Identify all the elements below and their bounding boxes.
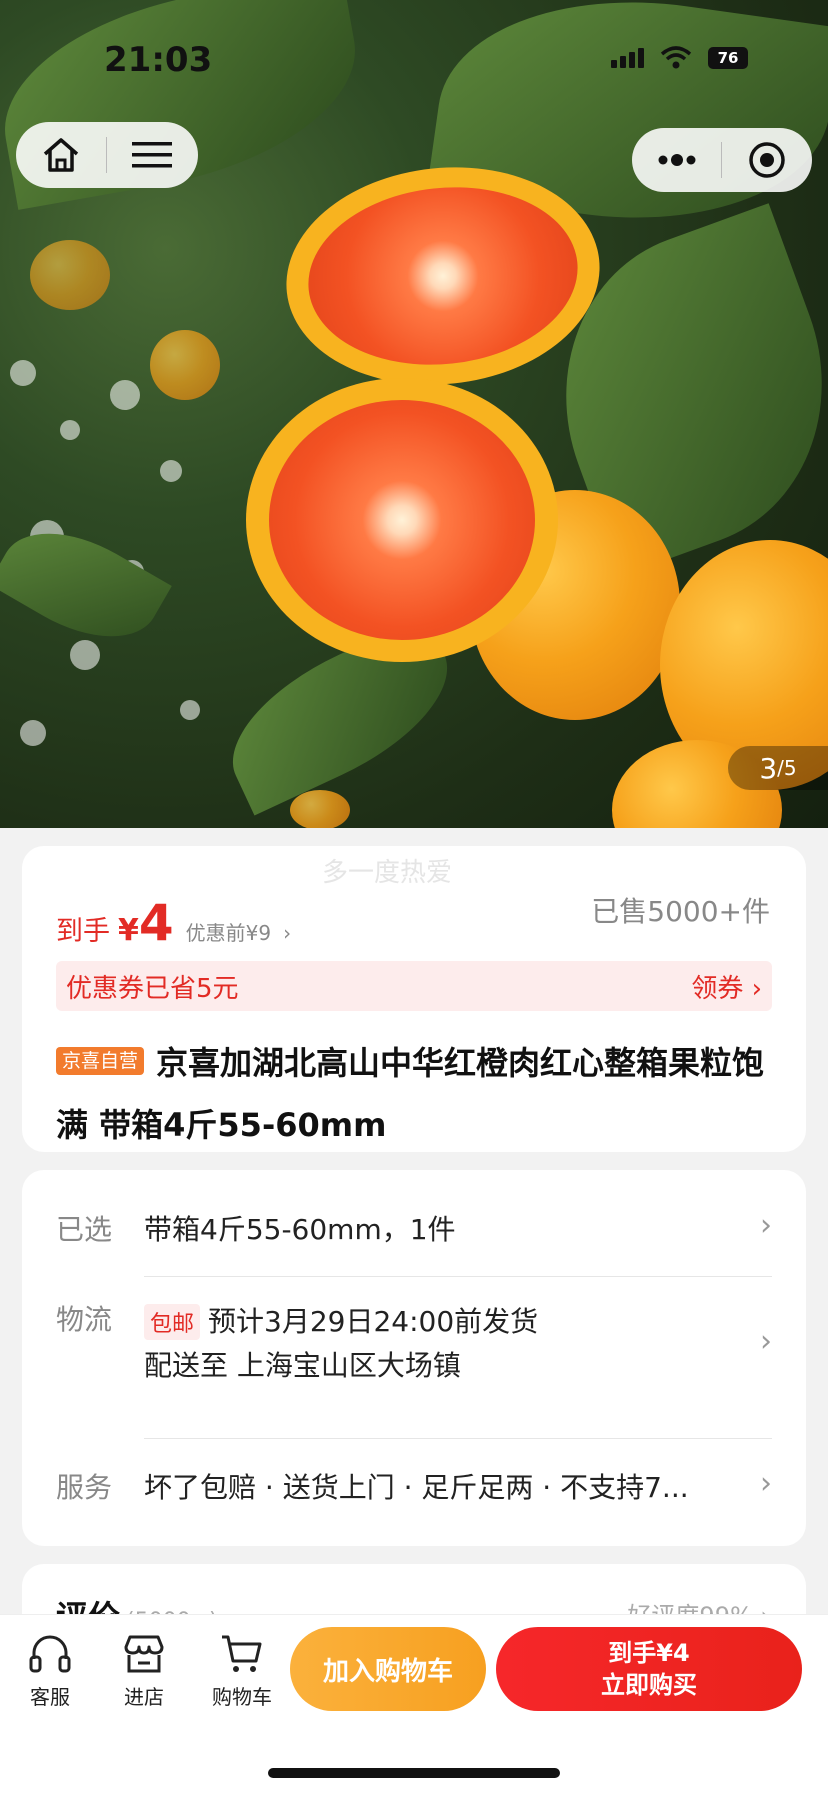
gallery-current: 3 bbox=[759, 751, 778, 785]
bokeh bbox=[160, 460, 182, 482]
selected-label: 已选 bbox=[56, 1213, 113, 1246]
more-icon bbox=[658, 154, 695, 166]
divider bbox=[144, 1438, 772, 1439]
coupon-bar[interactable]: 优惠券已省5元 领券 › bbox=[56, 961, 772, 1011]
background-orange bbox=[290, 790, 350, 828]
target-icon bbox=[748, 142, 785, 178]
capsule-menu bbox=[632, 128, 812, 192]
price-currency: ¥ bbox=[118, 913, 139, 948]
chevron-right-icon: › bbox=[760, 1208, 772, 1243]
selected-row[interactable]: 已选 带箱4斤55-60mm，1件 › bbox=[56, 1208, 772, 1258]
wifi-icon bbox=[660, 46, 692, 69]
coupon-text: 优惠券已省5元 bbox=[66, 973, 239, 1004]
chevron-right-icon: › bbox=[760, 1324, 772, 1359]
logistics-row[interactable]: 物流 包邮 预计3月29日24:00前发货 配送至 上海宝山区大场镇 › bbox=[56, 1296, 772, 1406]
details-card: 已选 带箱4斤55-60mm，1件 › 物流 包邮 预计3月29日24:00前发货… bbox=[22, 1170, 806, 1546]
status-time: 21:03 bbox=[104, 40, 213, 80]
buy-price: 到手¥4 bbox=[608, 1639, 690, 1667]
service-value: 坏了包赔 · 送货上门 · 足斤足两 · 不支持7... bbox=[144, 1471, 689, 1504]
orange-half-bottom bbox=[246, 378, 558, 662]
status-icons: 76 bbox=[611, 46, 748, 70]
store-icon bbox=[124, 1635, 164, 1673]
price-before-discount: 优惠前¥9 bbox=[185, 921, 272, 945]
cart-button[interactable]: 购物车 bbox=[202, 1633, 282, 1710]
divider bbox=[144, 1276, 772, 1277]
battery-icon: 76 bbox=[708, 47, 748, 69]
cart-icon bbox=[222, 1635, 262, 1672]
price-card: 多一度热爱 到手 ¥ 4 优惠前¥9 › 已售5000+件 优惠券已省5元 领券… bbox=[22, 846, 806, 1152]
customer-service-button[interactable]: 客服 bbox=[10, 1633, 90, 1710]
chevron-right-icon: › bbox=[760, 1466, 772, 1501]
bokeh bbox=[110, 380, 140, 410]
product-title: 京喜自营 京喜加湖北高山中华红橙肉红心整箱果粒饱满 带箱4斤55-60mm bbox=[56, 1032, 772, 1156]
store-button[interactable]: 进店 bbox=[104, 1633, 184, 1710]
more-button[interactable] bbox=[632, 128, 721, 192]
store-label: 进店 bbox=[124, 1685, 164, 1709]
chevron-right-icon: › bbox=[743, 973, 762, 1004]
menu-icon bbox=[132, 142, 172, 168]
bokeh bbox=[10, 360, 36, 386]
gallery-total: /5 bbox=[777, 756, 797, 780]
product-title-text: 京喜加湖北高山中华红橙肉红心整箱果粒饱满 带箱4斤55-60mm bbox=[56, 1044, 765, 1144]
nav-pill-left bbox=[16, 122, 198, 188]
logistics-eta: 预计3月29日24:00前发货 bbox=[208, 1305, 539, 1338]
sold-count: 已售5000+件 bbox=[591, 895, 770, 928]
price-label: 到手 bbox=[56, 916, 110, 947]
bokeh bbox=[180, 700, 200, 720]
signal-icon bbox=[611, 48, 644, 68]
self-operated-tag: 京喜自营 bbox=[56, 1047, 145, 1075]
background-orange bbox=[150, 330, 220, 400]
logistics-destination: 配送至 上海宝山区大场镇 bbox=[144, 1349, 461, 1382]
coupon-action: 领券 bbox=[691, 973, 744, 1004]
menu-button[interactable] bbox=[107, 122, 197, 188]
cart-label: 购物车 bbox=[212, 1685, 272, 1709]
gallery-counter: 3/5 bbox=[728, 746, 828, 790]
logistics-label: 物流 bbox=[56, 1303, 113, 1336]
home-button[interactable] bbox=[16, 122, 106, 188]
watermark: 多一度热爱 bbox=[322, 858, 453, 888]
bokeh bbox=[20, 720, 46, 746]
service-row[interactable]: 服务 坏了包赔 · 送货上门 · 足斤足两 · 不支持7... › bbox=[56, 1466, 772, 1516]
buy-now-label: 立即购买 bbox=[601, 1671, 697, 1699]
bokeh bbox=[70, 640, 100, 670]
customer-service-label: 客服 bbox=[30, 1685, 70, 1709]
add-to-cart-button[interactable]: 加入购物车 bbox=[290, 1627, 486, 1711]
close-miniprogram-button[interactable] bbox=[722, 128, 811, 192]
selected-value: 带箱4斤55-60mm，1件 bbox=[144, 1213, 456, 1246]
chevron-right-icon: › bbox=[283, 921, 292, 945]
free-shipping-badge: 包邮 bbox=[144, 1304, 201, 1340]
home-indicator bbox=[268, 1768, 560, 1778]
background-orange bbox=[30, 240, 110, 310]
price-row[interactable]: 到手 ¥ 4 优惠前¥9 › bbox=[56, 894, 291, 952]
bokeh bbox=[60, 420, 80, 440]
service-label: 服务 bbox=[56, 1471, 113, 1504]
buy-now-button[interactable]: 到手¥4 立即购买 bbox=[496, 1627, 802, 1711]
logistics-eta-line: 包邮 预计3月29日24:00前发货 bbox=[144, 1300, 538, 1340]
headset-icon bbox=[29, 1635, 71, 1673]
price-amount: 4 bbox=[138, 894, 174, 952]
home-icon bbox=[43, 138, 79, 172]
